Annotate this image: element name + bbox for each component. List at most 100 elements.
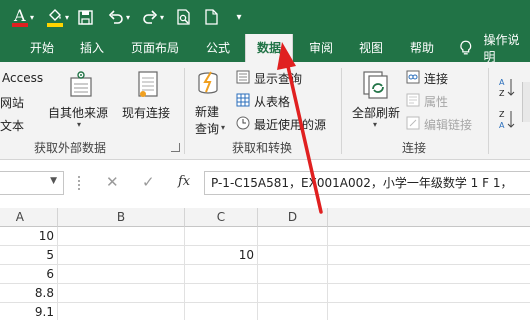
sort-ascending-button[interactable]: AZ <box>498 76 518 100</box>
cancel-icon[interactable]: ✕ <box>106 173 119 191</box>
tab-page-layout[interactable]: 页面布局 <box>122 34 188 62</box>
tab-help[interactable]: 帮助 <box>400 34 444 62</box>
formula-buttons: ✕ ✓ fx <box>94 171 200 195</box>
edit-links-button[interactable]: 编辑链接 <box>406 115 486 133</box>
enter-icon[interactable]: ✓ <box>142 173 155 191</box>
cell-e5[interactable] <box>328 303 530 320</box>
from-access-button[interactable]: Access <box>2 71 43 85</box>
fill-color-button[interactable]: ▾ <box>43 5 73 29</box>
cell-e2[interactable] <box>328 246 530 265</box>
tab-home[interactable]: 开始 <box>22 34 62 62</box>
group-launcher-icon[interactable] <box>171 143 180 152</box>
new-query-label-line2: 查询 <box>195 122 220 136</box>
chevron-down-icon: ▾ <box>77 120 82 129</box>
chevron-down-icon: ▼ <box>50 176 57 186</box>
cell-d4[interactable] <box>258 284 328 303</box>
undo-icon <box>108 10 123 24</box>
cell-e4[interactable] <box>328 284 530 303</box>
insert-function-icon[interactable]: fx <box>178 174 190 189</box>
tab-formulas[interactable]: 公式 <box>196 34 240 62</box>
from-other-sources-button[interactable]: 自其他来源 ▾ <box>48 70 114 132</box>
tab-review[interactable]: 审阅 <box>300 34 342 62</box>
new-query-label-line1: 新建 <box>195 105 220 119</box>
properties-icon <box>406 93 420 107</box>
column-header-d[interactable]: D <box>258 208 328 227</box>
quick-access-toolbar: A ▾ ▾ ▾ ▾ ▾ <box>0 0 530 34</box>
cell-c3[interactable] <box>185 265 258 284</box>
column-header-blank <box>328 208 530 227</box>
cell-a2[interactable]: 5 <box>0 246 58 265</box>
customize-qat-button[interactable]: ▾ <box>232 5 246 29</box>
svg-text:Z: Z <box>499 89 505 98</box>
cell-b1[interactable] <box>58 227 185 246</box>
properties-button[interactable]: 属性 <box>406 92 466 110</box>
undo-button[interactable]: ▾ <box>104 5 134 29</box>
cell-c5[interactable] <box>185 303 258 320</box>
from-text-button[interactable]: 文本 <box>0 117 24 134</box>
new-query-button[interactable]: 新建 查询 ▾ <box>191 70 229 136</box>
group-label-connections: 连接 <box>401 141 426 155</box>
existing-connections-label: 现有连接 <box>122 106 171 120</box>
column-header-a[interactable]: A <box>0 208 58 227</box>
clock-icon <box>236 116 250 130</box>
cell-e1[interactable] <box>328 227 530 246</box>
cell-b5[interactable] <box>58 303 185 320</box>
group-separator <box>341 68 342 154</box>
new-file-icon <box>204 9 218 25</box>
cell-d5[interactable] <box>258 303 328 320</box>
cell-a5[interactable]: 9.1 <box>0 303 58 320</box>
recent-sources-button[interactable]: 最近使用的源 <box>236 115 336 133</box>
cell-c2[interactable]: 10 <box>185 246 258 265</box>
tab-data[interactable]: 数据 <box>245 34 293 62</box>
worksheet-grid: A B C D 10 5 10 6 8.8 9.1 <box>0 208 530 320</box>
group-separator <box>488 68 489 154</box>
edit-links-icon <box>406 116 420 130</box>
column-header-b[interactable]: B <box>58 208 185 227</box>
tell-me-box[interactable]: 操作说明 <box>459 33 530 64</box>
formula-input[interactable]: P-1-C15A581，EX001A002，小学一年级数学 1 F 1， <box>204 171 530 195</box>
tab-view[interactable]: 视图 <box>350 34 392 62</box>
refresh-icon <box>363 71 388 99</box>
from-web-button[interactable]: 网站 <box>0 94 24 111</box>
cell-d1[interactable] <box>258 227 328 246</box>
print-preview-icon <box>176 9 190 25</box>
connections-button[interactable]: 连接 <box>406 69 466 87</box>
cell-b2[interactable] <box>58 246 185 265</box>
properties-label: 属性 <box>424 95 449 109</box>
font-color-button[interactable]: A ▾ <box>6 5 40 29</box>
show-queries-button[interactable]: 显示查询 <box>236 69 306 87</box>
sort-descending-button[interactable]: ZA <box>498 108 518 132</box>
new-query-icon <box>198 71 218 94</box>
svg-text:A: A <box>499 78 505 87</box>
cell-b3[interactable] <box>58 265 185 284</box>
chevron-down-icon: ▾ <box>64 12 69 22</box>
sort-button-partial[interactable] <box>522 82 530 122</box>
existing-connections-icon <box>138 71 158 97</box>
tab-insert[interactable]: 插入 <box>70 34 114 62</box>
existing-connections-button[interactable]: 现有连接 <box>122 70 174 132</box>
cell-d3[interactable] <box>258 265 328 284</box>
cell-e3[interactable] <box>328 265 530 284</box>
redo-button[interactable]: ▾ <box>138 5 168 29</box>
print-preview-button[interactable] <box>174 5 192 29</box>
column-header-c[interactable]: C <box>185 208 258 227</box>
from-table-button[interactable]: 从表格 <box>236 92 306 110</box>
save-button[interactable] <box>76 5 94 29</box>
cell-a4[interactable]: 8.8 <box>0 284 58 303</box>
cell-a1[interactable]: 10 <box>0 227 58 246</box>
cell-a3[interactable]: 6 <box>0 265 58 284</box>
cell-c1[interactable] <box>185 227 258 246</box>
formula-bar: ▼ ✕ ✓ fx P-1-C15A581，EX001A002，小学一年级数学 1… <box>0 160 530 208</box>
new-file-button[interactable] <box>203 5 219 29</box>
connections-icon <box>406 70 420 84</box>
save-icon <box>77 9 93 25</box>
cell-c4[interactable] <box>185 284 258 303</box>
group-label-get-external: 获取外部数据 <box>33 141 106 155</box>
group-separator <box>184 68 185 154</box>
cell-b4[interactable] <box>58 284 185 303</box>
cell-d2[interactable] <box>258 246 328 265</box>
name-box[interactable]: ▼ <box>0 171 64 195</box>
formula-bar-grip[interactable] <box>78 176 81 190</box>
refresh-all-label: 全部刷新 <box>352 106 401 120</box>
refresh-all-button[interactable]: 全部刷新 ▾ <box>349 70 403 134</box>
